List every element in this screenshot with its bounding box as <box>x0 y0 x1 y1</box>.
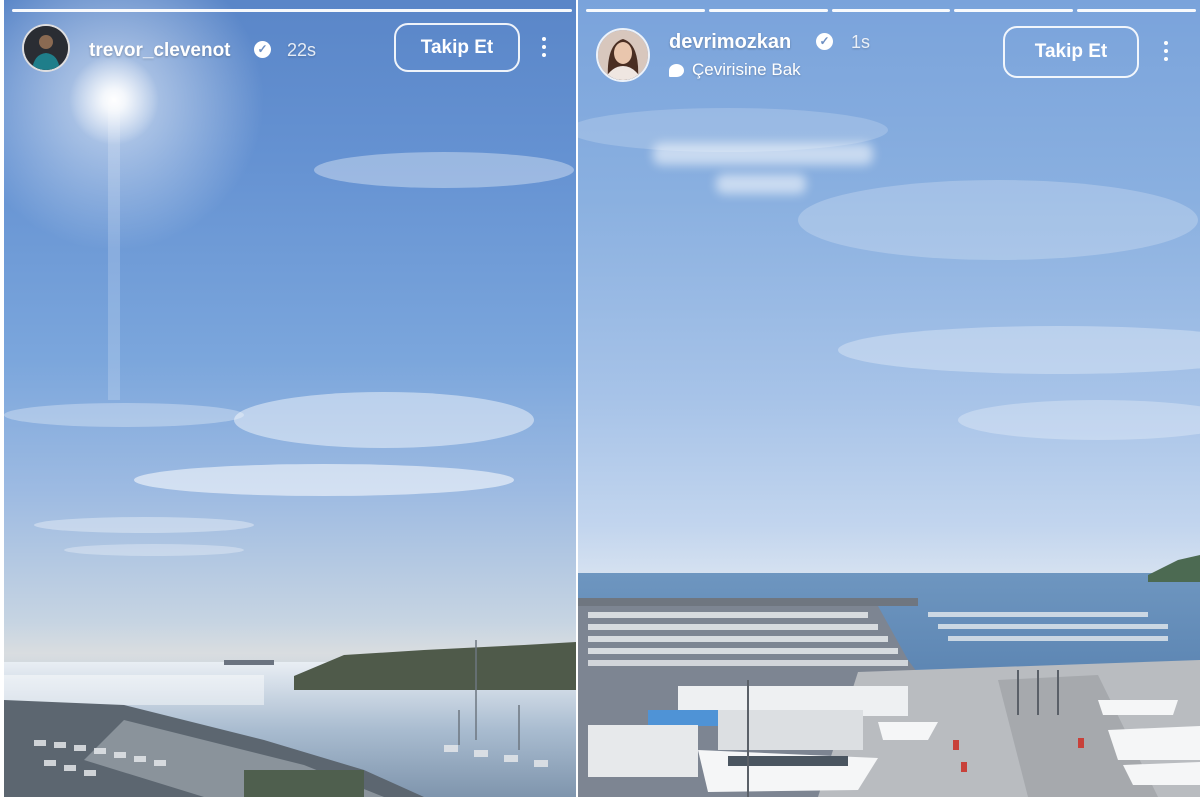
story-panel-left[interactable]: trevor_clevenot ✓ 22s Takip Et <box>4 0 576 797</box>
progress-segment <box>708 9 828 12</box>
story-photo-left <box>4 0 576 797</box>
progress-segment <box>1077 9 1196 12</box>
story-photo-right <box>578 108 1200 797</box>
translate-bubble-icon <box>669 63 684 77</box>
blurred-caption <box>653 143 873 165</box>
avatar[interactable] <box>22 24 70 72</box>
more-vertical-icon[interactable] <box>1162 41 1170 61</box>
more-vertical-icon[interactable] <box>540 37 548 57</box>
avatar-image <box>24 26 68 70</box>
progress-segment <box>831 9 951 12</box>
verified-badge-icon: ✓ <box>816 33 833 50</box>
post-time: 22s <box>287 40 317 60</box>
follow-button[interactable]: Takip Et <box>1003 26 1139 78</box>
progress-segment <box>586 9 705 12</box>
avatar-image <box>598 30 648 80</box>
username[interactable]: trevor_clevenot <box>89 40 231 62</box>
see-translation-label: Çevirisine Bak <box>692 60 801 79</box>
follow-button[interactable]: Takip Et <box>394 23 520 72</box>
story-progress-bar <box>586 9 1196 12</box>
post-time: 1s <box>851 32 871 52</box>
verified-badge-icon: ✓ <box>254 41 271 58</box>
avatar[interactable] <box>596 28 650 82</box>
story-panel-right[interactable]: devrimozkan ✓ 1s Çevirisine Bak Takip Et <box>578 0 1200 797</box>
story-progress-bar <box>12 9 572 12</box>
see-translation-link[interactable]: Çevirisine Bak <box>669 60 801 80</box>
username[interactable]: devrimozkan <box>669 31 791 54</box>
blurred-caption <box>716 174 806 194</box>
progress-segment <box>954 9 1074 12</box>
progress-segment <box>12 9 572 12</box>
